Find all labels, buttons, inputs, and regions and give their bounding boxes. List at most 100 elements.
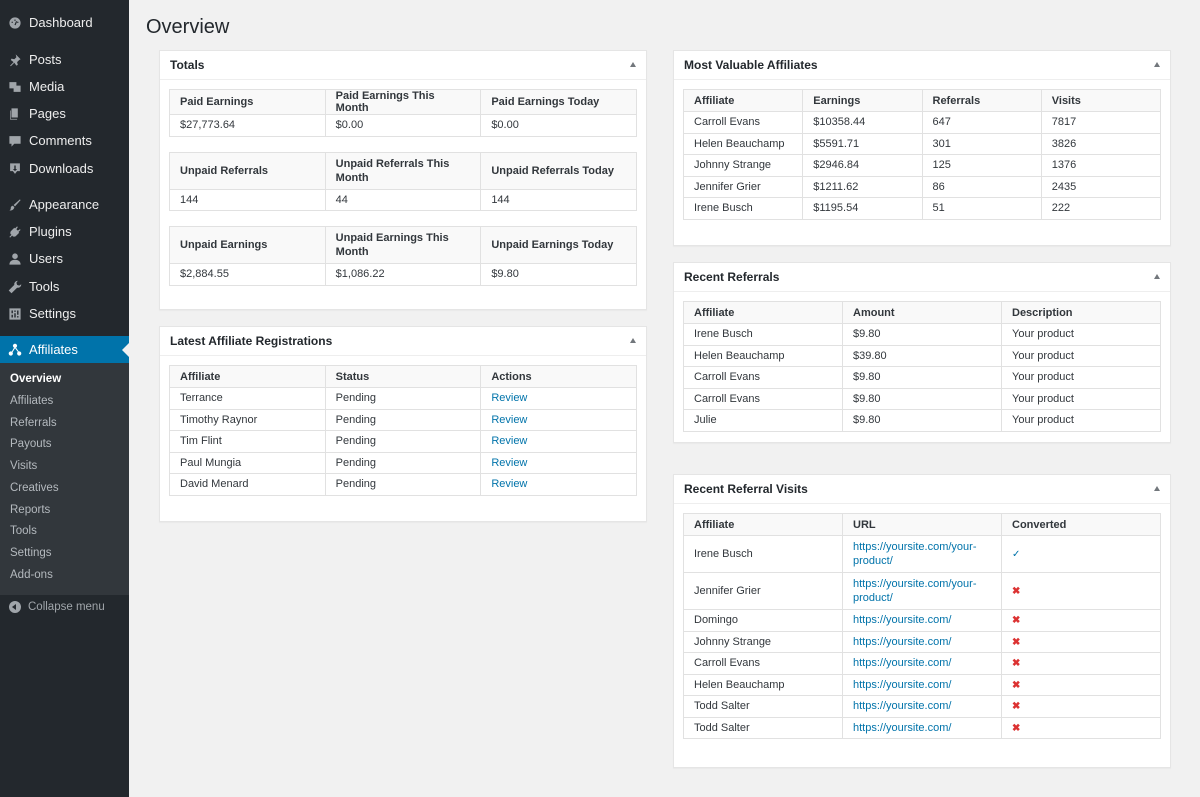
- status-cell: Pending: [324, 451, 482, 474]
- collapse-toggle-icon[interactable]: [630, 338, 636, 343]
- review-link[interactable]: Review: [491, 392, 527, 404]
- widget-header: Recent Referrals: [674, 263, 1170, 292]
- submenu-payouts[interactable]: Payouts: [10, 438, 52, 450]
- menu-item-affiliates[interactable]: Affiliates: [0, 336, 129, 363]
- latest-registrations-widget: Latest Affiliate Registrations Affiliate…: [159, 326, 647, 522]
- table-row: Carroll Evans https://yoursite.com/ ✖: [683, 652, 1161, 675]
- table-cell: $2,884.55: [169, 263, 326, 286]
- table-cell: $9.80: [842, 323, 1002, 346]
- menu-item-users[interactable]: Users: [0, 245, 129, 272]
- column-header: Unpaid Earnings This Month: [324, 226, 482, 264]
- table-cell: Irene Busch: [683, 323, 843, 346]
- visit-url-link[interactable]: https://yoursite.com/: [853, 700, 951, 712]
- plug-icon: [8, 225, 22, 239]
- page-title: Overview: [146, 16, 230, 38]
- visit-url-link[interactable]: https://yoursite.com/your-product/: [853, 541, 977, 567]
- user-icon: [8, 252, 22, 266]
- visit-url-link[interactable]: https://yoursite.com/: [853, 722, 951, 734]
- table-cell: Carroll Evans: [683, 366, 843, 389]
- not-converted-x-icon: ✖: [1012, 701, 1021, 713]
- converted-check-icon: ✓: [1012, 548, 1021, 560]
- table-cell: Your product: [1001, 323, 1161, 346]
- column-header: Affiliate: [683, 301, 843, 324]
- submenu-creatives[interactable]: Creatives: [10, 482, 59, 494]
- menu-item-dashboard[interactable]: Dashboard: [0, 9, 129, 36]
- table-cell: 3826: [1040, 132, 1162, 155]
- table-row: Terrance Pending Review: [169, 387, 637, 410]
- submenu-overview[interactable]: Overview: [10, 373, 61, 385]
- menu-item-posts[interactable]: Posts: [0, 46, 129, 73]
- menu-item-plugins[interactable]: Plugins: [0, 218, 129, 245]
- submenu-visits[interactable]: Visits: [10, 460, 37, 472]
- table-row: Helen Beauchamp https://yoursite.com/ ✖: [683, 673, 1161, 696]
- submenu-referrals[interactable]: Referrals: [10, 417, 57, 429]
- review-link[interactable]: Review: [491, 478, 527, 490]
- widget-title: Latest Affiliate Registrations: [170, 334, 333, 348]
- recent-visits-table: Affiliate URL Converted Irene Busch http…: [683, 513, 1161, 739]
- table-row: Paul Mungia Pending Review: [169, 451, 637, 474]
- affiliate-cell: Todd Salter: [683, 716, 843, 739]
- menu-item-comments[interactable]: Comments: [0, 127, 129, 154]
- table-cell: $39.80: [842, 344, 1002, 367]
- totals-widget: Totals Paid Earnings Paid Earnings This …: [159, 50, 647, 310]
- visit-url-link[interactable]: https://yoursite.com/: [853, 679, 951, 691]
- submenu-reports[interactable]: Reports: [10, 504, 50, 516]
- affiliate-network-icon: [8, 343, 22, 357]
- submenu-add-ons[interactable]: Add-ons: [10, 569, 53, 581]
- totals-unpaid-earnings-table: Unpaid Earnings Unpaid Earnings This Mon…: [169, 226, 637, 286]
- submenu-affiliates[interactable]: Affiliates: [10, 395, 53, 407]
- table-cell: 222: [1040, 197, 1162, 220]
- table-row: $27,773.64 $0.00 $0.00: [169, 114, 637, 137]
- table-row: 144 44 144: [169, 188, 637, 211]
- column-header: Actions: [480, 365, 637, 388]
- menu-item-pages[interactable]: Pages: [0, 100, 129, 127]
- menu-label: Affiliates: [29, 342, 78, 357]
- status-cell: Pending: [324, 387, 482, 410]
- not-converted-x-icon: ✖: [1012, 615, 1021, 627]
- widget-title: Totals: [170, 58, 205, 72]
- collapse-menu-button[interactable]: Collapse menu: [0, 596, 129, 618]
- column-header: Referrals: [921, 89, 1042, 112]
- table-row: Todd Salter https://yoursite.com/ ✖: [683, 695, 1161, 718]
- table-cell: $1195.54: [802, 197, 923, 220]
- collapse-toggle-icon[interactable]: [630, 62, 636, 67]
- menu-item-appearance[interactable]: Appearance: [0, 191, 129, 218]
- most-valuable-affiliates-widget: Most Valuable Affiliates Affiliate Earni…: [673, 50, 1171, 246]
- submenu-settings[interactable]: Settings: [10, 547, 52, 559]
- table-cell: $0.00: [480, 114, 637, 137]
- menu-label: Posts: [29, 52, 62, 67]
- download-icon: [8, 162, 22, 176]
- collapse-toggle-icon[interactable]: [1154, 486, 1160, 491]
- visit-url-link[interactable]: https://yoursite.com/your-product/: [853, 578, 977, 604]
- affiliate-cell: Tim Flint: [169, 430, 326, 453]
- column-header: Affiliate: [682, 89, 804, 112]
- menu-item-tools[interactable]: Tools: [0, 273, 129, 300]
- table-cell: $2946.84: [802, 154, 923, 177]
- menu-label: Users: [29, 251, 63, 266]
- widget-header: Latest Affiliate Registrations: [160, 327, 646, 356]
- submenu-tools[interactable]: Tools: [10, 525, 37, 537]
- menu-item-settings[interactable]: Settings: [0, 300, 129, 327]
- column-header: Amount: [842, 301, 1002, 324]
- review-link[interactable]: Review: [491, 435, 527, 447]
- menu-item-media[interactable]: Media: [0, 73, 129, 100]
- collapse-toggle-icon[interactable]: [1154, 274, 1160, 279]
- widget-header: Most Valuable Affiliates: [674, 51, 1170, 80]
- table-cell: 86: [921, 175, 1042, 198]
- visit-url-link[interactable]: https://yoursite.com/: [853, 657, 951, 669]
- menu-item-downloads[interactable]: Downloads: [0, 155, 129, 182]
- table-row: Helen Beauchamp $39.80 Your product: [683, 344, 1161, 367]
- table-cell: $9.80: [480, 263, 637, 286]
- menu-label: Plugins: [29, 224, 72, 239]
- table-row: Johnny Strange https://yoursite.com/ ✖: [683, 630, 1161, 653]
- visit-url-link[interactable]: https://yoursite.com/: [853, 614, 951, 626]
- column-header: Unpaid Referrals Today: [480, 151, 637, 190]
- table-row: Irene Busch $9.80 Your product: [683, 323, 1161, 346]
- table-cell: Carroll Evans: [683, 387, 843, 410]
- affiliates-submenu: Overview Affiliates Referrals Payouts Vi…: [0, 363, 129, 595]
- visit-url-link[interactable]: https://yoursite.com/: [853, 636, 951, 648]
- review-link[interactable]: Review: [491, 414, 527, 426]
- column-header: Affiliate: [683, 513, 843, 536]
- collapse-toggle-icon[interactable]: [1154, 62, 1160, 67]
- review-link[interactable]: Review: [491, 457, 527, 469]
